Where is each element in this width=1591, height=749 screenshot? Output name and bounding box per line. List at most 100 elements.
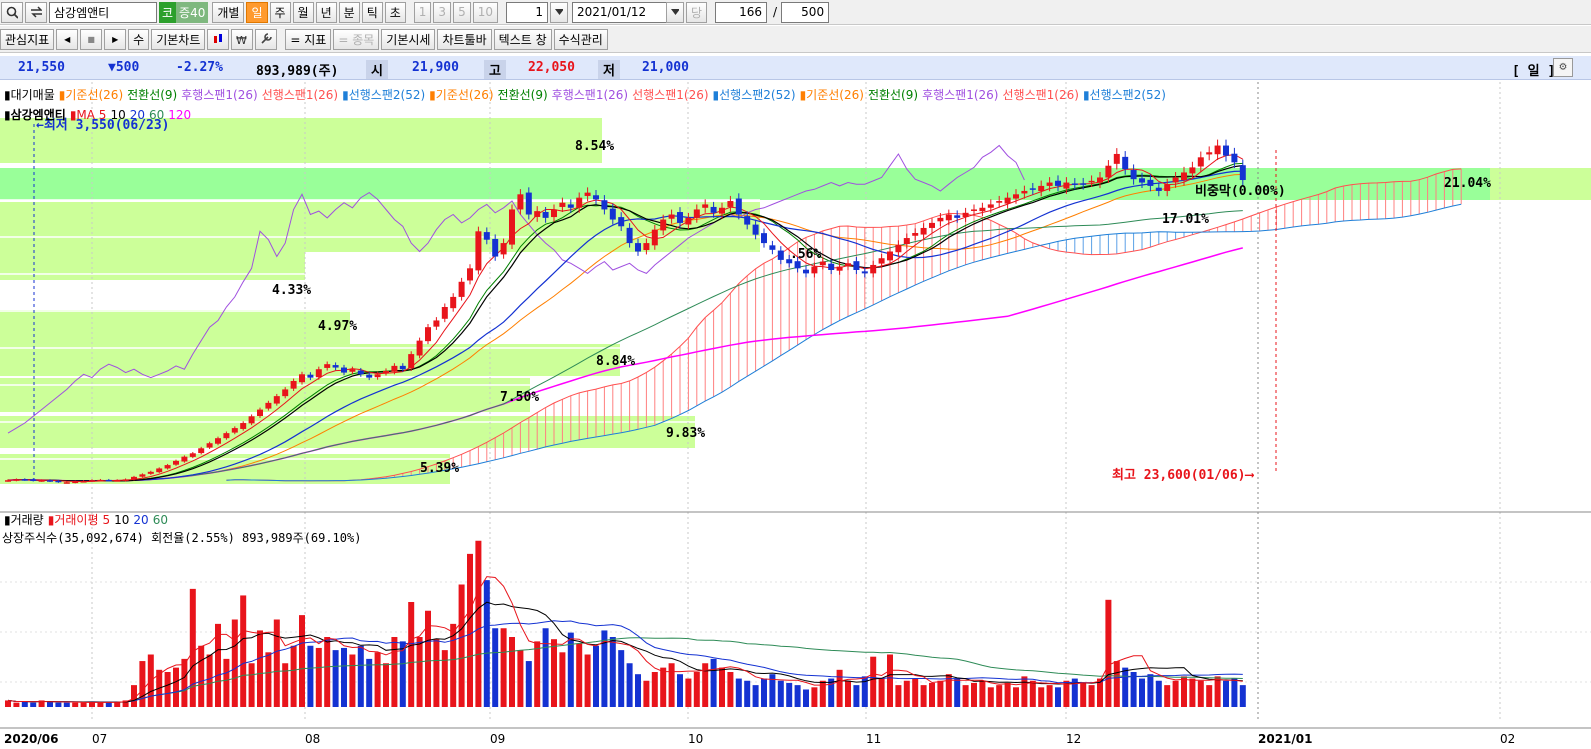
candle-body — [962, 212, 969, 218]
basic-quote-button[interactable]: 기본시세 — [381, 28, 436, 50]
preset-10-button[interactable]: 10 — [472, 1, 498, 23]
watchlist-indicator-button[interactable]: 관심지표 — [0, 28, 55, 50]
total-count-field[interactable]: 500 — [781, 1, 830, 23]
preset-1-button[interactable]: 1 — [413, 1, 432, 23]
x-tick-label: 11 — [866, 732, 881, 746]
volume-bar — [467, 553, 473, 707]
x-tick-label: 07 — [92, 732, 107, 746]
x-tick-label: 2020/06 — [4, 732, 58, 746]
x-tick-label: 10 — [688, 732, 703, 746]
volume-ma10-label: 10 — [114, 513, 130, 527]
candle-body — [467, 268, 473, 281]
preset-5-button[interactable]: 5 — [453, 1, 471, 23]
candle-body — [819, 261, 826, 266]
supply-band — [0, 344, 620, 376]
text-window-button[interactable]: 텍스트 창 — [493, 28, 552, 50]
current-price: 21,550 — [18, 60, 65, 75]
volume-legend: ▮거래량 ▮거래이평 5 10 20 60 — [4, 511, 172, 528]
formula-manage-button[interactable]: 수식관리 — [553, 28, 608, 50]
supply-band — [0, 378, 530, 412]
volume-bar — [1021, 676, 1028, 707]
stock-name-field[interactable]: 삼강엠앤티 — [49, 1, 157, 23]
preset-3-button[interactable]: 3 — [433, 1, 452, 23]
volume-bar — [383, 663, 389, 707]
settings-icon[interactable]: ⚙ — [1553, 58, 1573, 77]
candle-body — [1029, 188, 1036, 190]
volume-bar — [517, 650, 524, 707]
candle-body — [72, 481, 79, 484]
today-button[interactable]: 당 — [685, 1, 708, 23]
nav-next-button[interactable]: ▶ — [104, 28, 127, 50]
refresh-button[interactable] — [25, 1, 47, 23]
price-chart[interactable]: ←최저 3,550(06/23)최고 23,600(01/06)⟶8.54%4.… — [0, 82, 1591, 749]
period-month-button[interactable]: 월 — [292, 1, 314, 23]
candle-body — [1097, 177, 1103, 183]
basic-chart-button[interactable]: 기본차트 — [151, 28, 206, 50]
candle-body — [870, 264, 877, 274]
pct-label: .56% — [790, 247, 821, 262]
candle-body — [1223, 145, 1229, 156]
volume-bar — [164, 672, 171, 707]
tool-button[interactable] — [255, 28, 278, 50]
volume-bar — [937, 680, 944, 707]
candle-body — [105, 479, 112, 482]
pct-label: 21.04% — [1444, 176, 1491, 191]
date-field[interactable]: 2021/01/12 — [571, 1, 668, 23]
candle-body — [231, 428, 238, 433]
volume-bar — [433, 639, 440, 707]
candle-body — [677, 212, 683, 223]
volume-bar — [1088, 685, 1095, 707]
x-tick-label: 12 — [1066, 732, 1081, 746]
candle-body — [63, 482, 70, 484]
legend-item: ▮기준선(26) — [799, 88, 864, 102]
volume-bar — [929, 682, 935, 707]
candle-body — [450, 296, 457, 309]
unit-field[interactable]: 1 — [505, 1, 548, 23]
period-week-button[interactable]: 주 — [269, 1, 291, 23]
display-count-field[interactable]: 166 — [715, 1, 768, 23]
candle-body — [1155, 187, 1162, 191]
candle-body — [525, 192, 532, 215]
volume-bar — [198, 645, 205, 707]
unit-dropdown-button[interactable] — [549, 1, 568, 23]
chart-style-button[interactable] — [207, 28, 230, 50]
period-minute-button[interactable]: 분 — [338, 1, 360, 23]
candle-body — [987, 204, 994, 208]
candle-body — [551, 209, 557, 218]
period-year-button[interactable]: 년 — [315, 1, 337, 23]
nav-prev-button[interactable]: ◀ — [56, 28, 79, 50]
volume-bar — [357, 645, 364, 707]
date-dropdown-button[interactable] — [665, 1, 684, 23]
volume-bar — [1046, 685, 1053, 707]
period-tick-button[interactable]: 틱 — [361, 1, 383, 23]
chart-toolbar-button[interactable]: 차트툴바 — [437, 28, 492, 50]
candle-body — [601, 200, 608, 210]
volume-bar — [677, 674, 683, 707]
candle-body — [903, 238, 910, 245]
nav-stop-button[interactable]: ■ — [80, 28, 103, 50]
volume-bar — [836, 669, 843, 707]
volume-bar — [1004, 682, 1011, 707]
legend-item: 후행스팬1(26) — [551, 88, 629, 102]
pct-label: 8.54% — [575, 139, 614, 154]
volume-bar — [1147, 674, 1154, 707]
legend-item: 선행스팬1(26) — [632, 88, 709, 102]
search-icon — [6, 6, 18, 19]
period-day-button[interactable]: 일 — [246, 1, 268, 23]
volume-bar — [609, 637, 616, 707]
item-button[interactable]: = 종목 — [333, 28, 380, 50]
search-button[interactable] — [1, 1, 23, 23]
period-second-button[interactable]: 초 — [384, 1, 406, 23]
indicator-button[interactable]: = 지표 — [285, 28, 332, 50]
volume-bar — [542, 628, 549, 707]
high-annotation: 최고 23,600(01/06)⟶ — [1112, 468, 1254, 483]
modify-button[interactable]: 수 — [128, 28, 150, 50]
volume-bar — [719, 667, 725, 707]
volume-bar — [189, 588, 196, 707]
won-button[interactable]: ₩ — [231, 28, 254, 50]
candle-body — [416, 340, 423, 356]
individual-button[interactable]: 개별 — [212, 1, 245, 23]
candle-body — [55, 480, 62, 483]
candle-body — [861, 271, 868, 274]
candle-body — [1231, 153, 1238, 163]
